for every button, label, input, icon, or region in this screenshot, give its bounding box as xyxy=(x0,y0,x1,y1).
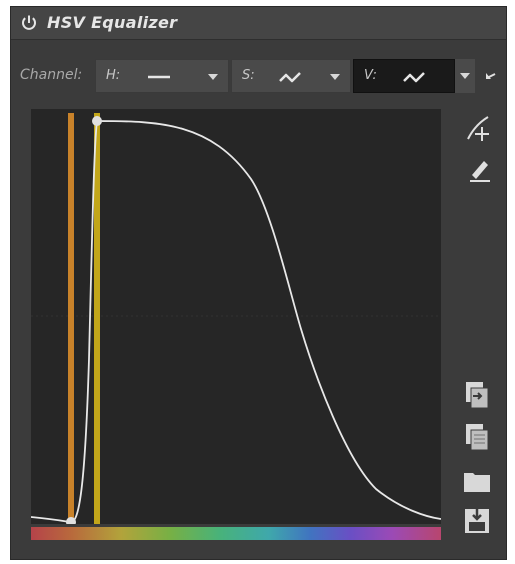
curve-icon xyxy=(403,72,425,83)
curve-icon xyxy=(279,72,301,83)
channel-selector-row: Channel: H: S: V: xyxy=(11,59,506,93)
channel-v-label: V: xyxy=(364,68,377,83)
channel-label: Channel: xyxy=(20,67,83,83)
color-picker-icon[interactable] xyxy=(464,153,496,185)
reset-arrow-icon[interactable] xyxy=(484,68,500,84)
chevron-down-icon xyxy=(460,73,470,79)
linear-curve-icon xyxy=(148,75,170,79)
channel-v-dropdown[interactable] xyxy=(455,59,475,93)
chevron-down-icon xyxy=(330,74,340,80)
channel-s-label: S: xyxy=(242,68,255,83)
chevron-down-icon xyxy=(208,74,218,80)
channel-v-selector[interactable]: V: xyxy=(353,59,455,93)
channel-h-label: H: xyxy=(106,68,121,83)
curve-picker-icon[interactable] xyxy=(464,113,496,145)
panel-title: HSV Equalizer xyxy=(47,13,178,32)
paste-icon[interactable] xyxy=(461,421,493,453)
power-icon[interactable] xyxy=(20,14,38,32)
channel-s-selector[interactable]: S: xyxy=(231,59,351,93)
hue-range-marker-start[interactable] xyxy=(68,113,74,524)
copy-to-icon[interactable] xyxy=(461,379,493,411)
hsv-equalizer-panel: HSV Equalizer Channel: H: S: V: xyxy=(10,6,507,560)
curve-graph[interactable] xyxy=(31,109,441,524)
save-icon[interactable] xyxy=(461,505,493,537)
folder-icon[interactable] xyxy=(461,465,493,497)
equalizer-curve[interactable] xyxy=(31,120,441,523)
hue-spectrum-bar xyxy=(31,527,441,540)
channel-h-selector[interactable]: H: xyxy=(95,59,229,93)
panel-titlebar: HSV Equalizer xyxy=(11,7,506,40)
curve-canvas[interactable] xyxy=(31,109,441,524)
curve-point[interactable] xyxy=(92,116,102,126)
